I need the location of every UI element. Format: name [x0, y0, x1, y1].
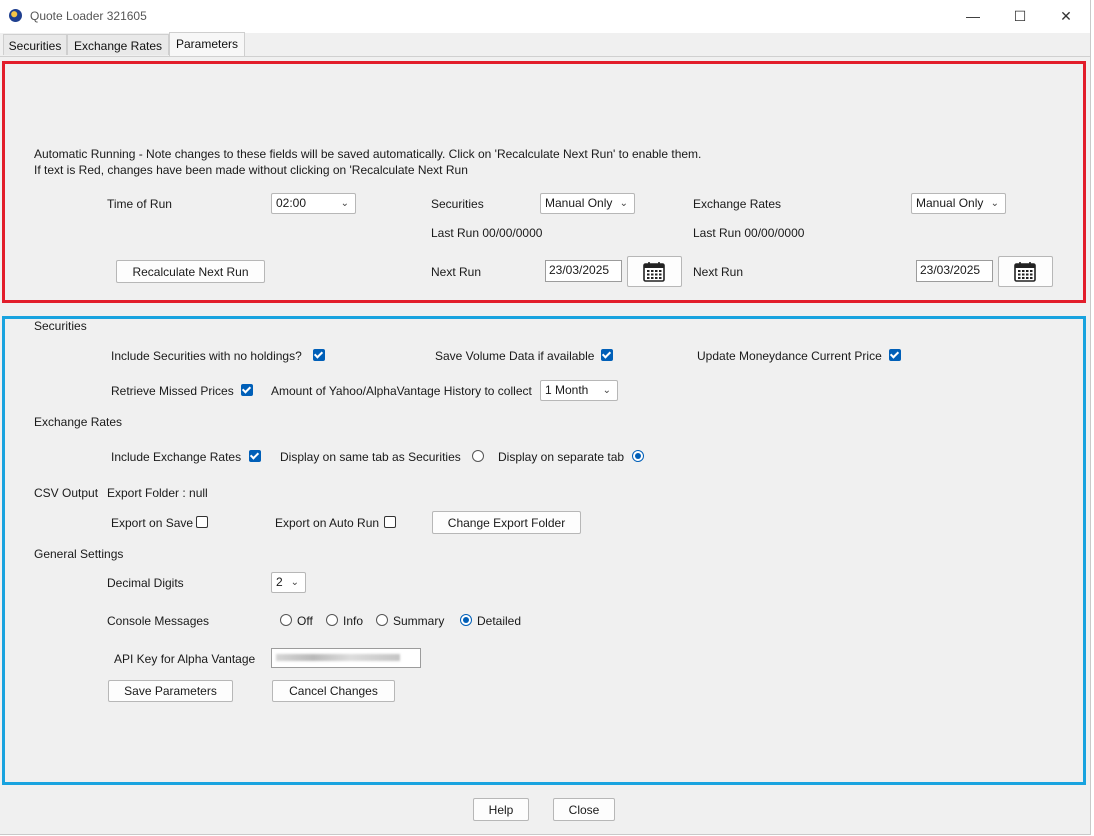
- include-exchange-label: Include Exchange Rates: [111, 450, 242, 464]
- securities-last-run: Last Run 00/00/0000: [431, 226, 543, 240]
- console-summary-radio[interactable]: [376, 614, 388, 626]
- securities-section-heading: Securities: [34, 319, 87, 333]
- save-volume-label: Save Volume Data if available: [435, 349, 595, 363]
- close-window-button[interactable]: ✕: [1049, 6, 1083, 26]
- exchange-schedule-label: Exchange Rates: [693, 197, 782, 211]
- decimal-digits-label: Decimal Digits: [107, 576, 184, 590]
- time-of-run-value: 02:00: [276, 196, 307, 210]
- csv-section-heading: CSV Output: [34, 486, 99, 500]
- close-button[interactable]: Close: [553, 798, 615, 821]
- maximize-button[interactable]: ☐: [1003, 6, 1037, 26]
- same-tab-radio[interactable]: [472, 450, 484, 462]
- export-folder-label: Export Folder : null: [107, 486, 208, 500]
- securities-schedule-select[interactable]: Manual Only ⌄: [540, 193, 635, 214]
- chevron-down-icon: ⌄: [619, 198, 628, 209]
- include-exchange-checkbox[interactable]: [249, 450, 261, 462]
- chevron-down-icon: ⌄: [602, 385, 611, 396]
- exchange-section-heading: Exchange Rates: [34, 415, 123, 429]
- general-section-heading: General Settings: [34, 547, 124, 561]
- exchange-schedule-value: Manual Only: [916, 196, 984, 210]
- api-key-label: API Key for Alpha Vantage: [114, 652, 256, 666]
- exchange-next-run-label: Next Run: [693, 265, 744, 279]
- tab-strip: Securities Exchange Rates Parameters: [0, 32, 1090, 57]
- exchange-date-picker-button[interactable]: [998, 256, 1053, 287]
- securities-schedule-label: Securities: [431, 197, 484, 211]
- time-of-run-label: Time of Run: [107, 197, 172, 211]
- update-current-price-label: Update Moneydance Current Price: [697, 349, 882, 363]
- export-on-save-label: Export on Save: [111, 516, 194, 530]
- calendar-icon: [1014, 262, 1036, 282]
- console-info-label: Info: [343, 614, 364, 628]
- securities-next-run-label: Next Run: [431, 265, 482, 279]
- save-parameters-button[interactable]: Save Parameters: [108, 680, 233, 702]
- change-export-folder-button[interactable]: Change Export Folder: [432, 511, 581, 534]
- update-current-price-checkbox[interactable]: [889, 349, 901, 361]
- console-summary-label: Summary: [393, 614, 445, 628]
- title-bar: Quote Loader 321605 — ☐ ✕: [0, 0, 1090, 33]
- history-value: 1 Month: [545, 383, 589, 397]
- include-no-holdings-checkbox[interactable]: [313, 349, 325, 361]
- api-key-field[interactable]: [271, 648, 421, 668]
- chevron-down-icon: ⌄: [340, 198, 349, 209]
- redacted-api-key: [276, 654, 400, 661]
- export-on-auto-label: Export on Auto Run: [275, 516, 380, 530]
- window-title: Quote Loader 321605: [30, 9, 147, 23]
- console-messages-label: Console Messages: [107, 614, 210, 628]
- auto-note-line1: Automatic Running - Note changes to thes…: [34, 147, 702, 161]
- help-button[interactable]: Help: [473, 798, 529, 821]
- chevron-down-icon: ⌄: [990, 198, 999, 209]
- history-label: Amount of Yahoo/AlphaVantage History to …: [271, 384, 532, 398]
- auto-note-line2: If text is Red, changes have been made w…: [34, 163, 468, 177]
- exchange-last-run: Last Run 00/00/0000: [693, 226, 805, 240]
- same-tab-label: Display on same tab as Securities: [280, 450, 461, 464]
- decimal-digits-value: 2: [276, 575, 283, 589]
- minimize-button[interactable]: —: [956, 6, 990, 26]
- console-off-label: Off: [297, 614, 313, 628]
- recalculate-next-run-button[interactable]: Recalculate Next Run: [116, 260, 265, 283]
- export-on-save-checkbox[interactable]: [196, 516, 208, 528]
- decimal-digits-select[interactable]: 2 ⌄: [271, 572, 306, 593]
- tab-securities[interactable]: Securities: [3, 34, 67, 55]
- separate-tab-label: Display on separate tab: [498, 450, 625, 464]
- cancel-changes-button[interactable]: Cancel Changes: [272, 680, 395, 702]
- console-detailed-radio[interactable]: [460, 614, 472, 626]
- tab-exchange-rates[interactable]: Exchange Rates: [67, 34, 169, 55]
- export-on-auto-checkbox[interactable]: [384, 516, 396, 528]
- console-off-radio[interactable]: [280, 614, 292, 626]
- securities-next-run-field[interactable]: 23/03/2025: [545, 260, 622, 282]
- retrieve-missed-label: Retrieve Missed Prices: [111, 384, 234, 398]
- tab-parameters[interactable]: Parameters: [169, 32, 245, 56]
- retrieve-missed-checkbox[interactable]: [241, 384, 253, 396]
- calendar-icon: [643, 262, 665, 282]
- quote-loader-window: Quote Loader 321605 — ☐ ✕ Securities Exc…: [0, 0, 1091, 835]
- console-info-radio[interactable]: [326, 614, 338, 626]
- app-logo-icon: [9, 9, 22, 22]
- separate-tab-radio[interactable]: [632, 450, 644, 462]
- console-detailed-label: Detailed: [477, 614, 522, 628]
- history-select[interactable]: 1 Month ⌄: [540, 380, 618, 401]
- time-of-run-select[interactable]: 02:00 ⌄: [271, 193, 356, 214]
- exchange-next-run-field[interactable]: 23/03/2025: [916, 260, 993, 282]
- securities-date-picker-button[interactable]: [627, 256, 682, 287]
- securities-schedule-value: Manual Only: [545, 196, 613, 210]
- save-volume-checkbox[interactable]: [601, 349, 613, 361]
- exchange-schedule-select[interactable]: Manual Only ⌄: [911, 193, 1006, 214]
- chevron-down-icon: ⌄: [290, 577, 299, 588]
- include-no-holdings-label: Include Securities with no holdings?: [111, 349, 302, 363]
